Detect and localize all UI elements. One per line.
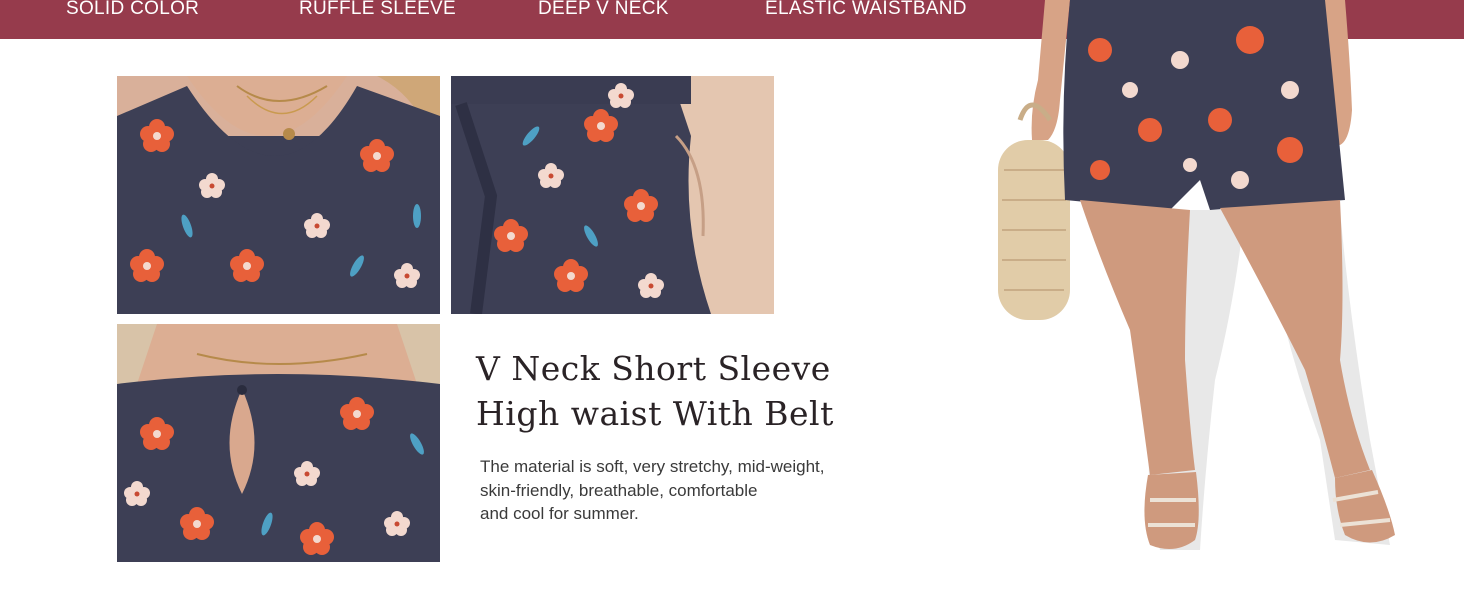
headline-line-1: V Neck Short Sleeve [476, 349, 831, 388]
description-line-1: The material is soft, very stretchy, mid… [480, 457, 825, 476]
keyhole-back-closeup-photo [117, 324, 440, 562]
model-shorts-photo [990, 0, 1410, 560]
v-neck-closeup-photo [117, 76, 440, 314]
description-line-3: and cool for summer. [480, 504, 639, 523]
feature-solid-color: SOLID COLOR [66, 0, 200, 19]
feature-elastic-waistband: ELASTIC WAISTBAND [765, 0, 967, 19]
feature-ruffle-sleeve: RUFFLE SLEEVE [299, 0, 457, 19]
feature-deep-v-neck: DEEP V NECK [538, 0, 669, 19]
product-description: The material is soft, very stretchy, mid… [480, 455, 900, 526]
belt-pocket-closeup-photo [451, 76, 774, 314]
product-headline: V Neck Short Sleeve High waist With Belt [476, 346, 896, 436]
description-line-2: skin-friendly, breathable, comfortable [480, 480, 758, 500]
headline-line-2: High waist With Belt [476, 394, 834, 433]
